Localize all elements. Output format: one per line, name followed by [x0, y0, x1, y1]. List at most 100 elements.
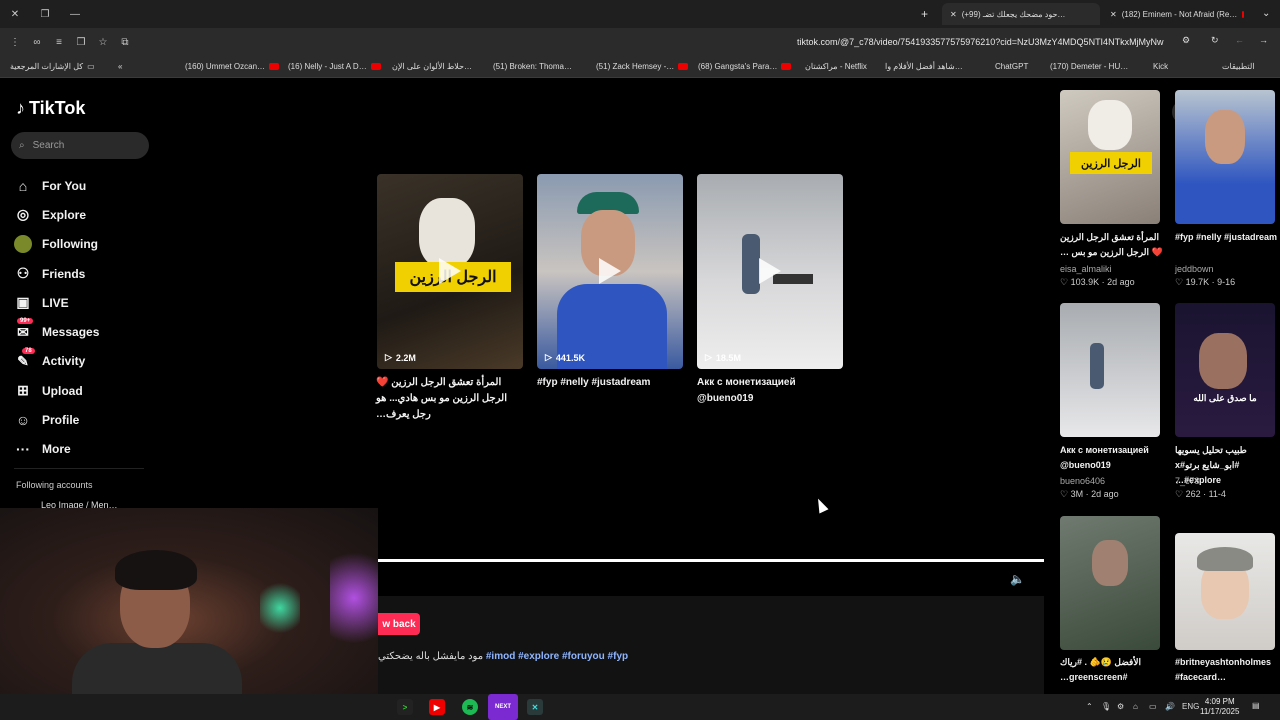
activity-icon: ✎ [17, 352, 29, 369]
search-placeholder: Search [32, 140, 65, 151]
monitor-icon[interactable]: ▭ [1149, 702, 1157, 711]
bookmark-item[interactable]: (51) Broken: Thoma… [493, 62, 572, 71]
url-field[interactable]: tiktok.com/@7_c78/video/7541933577575976… [797, 37, 1164, 47]
live-icon: ▣ [16, 294, 30, 311]
tab-youtube[interactable]: ✕ (182) Eminem - Not Afraid (Re… [1102, 3, 1252, 25]
related-author[interactable]: eisa_almaliki [1060, 264, 1112, 274]
sidebar-item-more[interactable]: ··· More [14, 435, 99, 464]
sidebar-item-explore[interactable]: ◎ Explore [14, 200, 99, 229]
play-icon [759, 258, 781, 284]
tab-close-icon[interactable]: ✕ [1110, 10, 1117, 19]
video-thumbnail[interactable]: الرجل الرزين ▷ 2.2M [377, 174, 523, 369]
webcam-overlay [0, 508, 378, 694]
reload-icon[interactable]: ↻ [1211, 35, 1219, 46]
related-caption[interactable]: الأفضل 😢🫵 . #رياك #greenscreen… [1060, 655, 1164, 685]
youtube-icon[interactable]: ▶ [429, 699, 445, 715]
bookmark-item[interactable]: (51) Zack Hemsey -… [596, 62, 689, 71]
back-icon[interactable]: → [1259, 35, 1268, 45]
clock[interactable]: 4:09 PM 11/17/2025 [1200, 697, 1239, 717]
bookmark-item[interactable]: شاهد أفضل الأفلام وا… [885, 62, 963, 71]
playlist-icon[interactable]: ≡ [48, 37, 70, 48]
capcut-icon[interactable]: ✕ [527, 699, 543, 715]
bookmark-apps[interactable]: التطبيقات [1222, 62, 1254, 71]
next-app-icon[interactable]: NEXT [488, 694, 518, 720]
video-thumbnail[interactable]: ▷ 18.5M [697, 174, 843, 369]
bookmark-item[interactable]: (160) Ummet Ozcan… [185, 62, 280, 71]
restore-window-icon[interactable]: ❐ [30, 9, 60, 20]
site-settings-icon[interactable]: ⚙ [1182, 35, 1190, 46]
sidebar-item-following[interactable]: Following [14, 230, 99, 259]
bookmark-item[interactable]: (170) Demeter - HU… [1050, 62, 1128, 71]
related-thumbnail[interactable]: الرجل الرزين [1060, 90, 1160, 224]
bookmark-item[interactable]: Kick [1153, 62, 1168, 71]
tab-tiktok[interactable]: ✕ (+99) حود مضحك يجعلك تضـ… [942, 3, 1100, 25]
terminal-icon[interactable]: > [397, 699, 413, 715]
bookmark-item[interactable]: (16) Nelly - Just A D… [288, 62, 381, 71]
play-small-icon: ▷ [705, 352, 712, 362]
webcam-person-body [72, 643, 242, 694]
speaker-icon[interactable]: 🔊 [1165, 702, 1175, 711]
tiktok-logo[interactable]: ♪ TikTok [16, 98, 85, 119]
related-thumbnail[interactable]: ما صدق على الله [1175, 303, 1275, 437]
tab-close-icon[interactable]: ✕ [950, 10, 957, 19]
forward-icon[interactable]: ← [1235, 35, 1244, 45]
extension-icon[interactable]: ∞ [26, 37, 48, 48]
language-indicator[interactable]: ENG [1182, 702, 1199, 711]
bookmark-item[interactable]: ChatGPT [995, 62, 1028, 71]
search-input[interactable]: ⌕ Search [11, 132, 149, 159]
volume-icon[interactable]: 🔈 [1010, 572, 1025, 586]
screenshot-icon[interactable]: ⧉ [114, 37, 136, 48]
new-tab-icon[interactable]: + [921, 7, 928, 21]
related-caption[interactable]: المرأة تعشق الرجل الرزين ❤️ الرجل الرزين… [1060, 230, 1164, 260]
webcam-person-hair [115, 550, 197, 590]
thumbnail-person [1090, 343, 1104, 389]
sidebar-item-profile[interactable]: ☺ Profile [14, 405, 99, 434]
bookmark-expand-icon[interactable]: « [118, 62, 122, 71]
bookmark-all[interactable]: كل الإشارات المرجعية ▭ [10, 62, 95, 71]
bookmark-item[interactable]: مراكشتان - Netflix [805, 62, 867, 71]
star-icon[interactable]: ☆ [92, 37, 114, 48]
video-progress-bar[interactable] [378, 559, 1044, 562]
related-thumbnail[interactable] [1175, 533, 1275, 650]
related-caption[interactable]: Акк с монетизацией @bueno019 [1060, 443, 1164, 473]
related-author[interactable]: bueno6406 [1060, 476, 1105, 486]
bookmark-item[interactable]: حلاط الألوان على الإن… [392, 62, 472, 71]
profile-icon: ☺ [15, 412, 31, 429]
sidebar-item-activity[interactable]: ✎ 78 Activity [14, 347, 99, 376]
related-thumbnail[interactable] [1060, 303, 1160, 437]
more-icon: ··· [16, 441, 30, 458]
video-detail-panel [378, 596, 1044, 694]
related-author[interactable]: 7_c78 [1175, 476, 1200, 486]
minimize-window-icon[interactable]: — [60, 9, 90, 20]
chevron-up-icon[interactable]: ⌃ [1086, 702, 1093, 711]
tray-icon[interactable]: ⚙ [1117, 702, 1124, 711]
related-author[interactable]: jeddbown [1175, 264, 1214, 274]
sidebar-item-messages[interactable]: ✉ 99+ Messages [14, 317, 99, 346]
video-caption[interactable]: Акк с монетизацией @bueno019 [697, 375, 843, 407]
related-thumbnail[interactable] [1060, 516, 1160, 650]
video-caption[interactable]: #fyp #nelly #justadream [537, 375, 683, 391]
video-thumbnail[interactable]: ▷ 441.5K [537, 174, 683, 369]
video-caption[interactable]: المرأة تعشق الرجل الرزين ❤️ الرجل الرزين… [376, 375, 522, 423]
browser-tab-bar: ✕ ❐ — + ✕ (+99) حود مضحك يجعلك تضـ… ✕ (1… [0, 0, 1280, 28]
sidebar-item-for-you[interactable]: ⌂ For You [14, 171, 99, 200]
related-thumbnail[interactable] [1175, 90, 1275, 224]
sidebar-item-upload[interactable]: ⊞ Upload [14, 376, 99, 405]
related-caption[interactable]: #fyp #nelly #justadream [1175, 230, 1279, 245]
sidebar-item-live[interactable]: ▣ LIVE [14, 288, 99, 317]
tiktok-note-icon: ♪ [16, 98, 25, 118]
notification-icon[interactable]: ▤ [1252, 701, 1260, 710]
video-hashtags[interactable]: #imod #explore #foruyou #fyp [486, 651, 628, 662]
collections-icon[interactable]: ❒ [70, 37, 92, 48]
thumbnail-hat [1197, 547, 1253, 571]
sidebar-item-friends[interactable]: ⚇ Friends [14, 259, 99, 288]
microphone-icon[interactable]: 🎙 [1101, 702, 1111, 711]
network-icon[interactable]: ⌂ [1133, 702, 1138, 711]
related-caption[interactable]: #britneyashtonholmes #facecard… [1175, 655, 1279, 685]
bookmark-item[interactable]: (68) Gangsta's Para… [698, 62, 792, 71]
tab-search-icon[interactable]: ⌄ [1262, 8, 1270, 19]
spotify-icon[interactable]: ≋ [462, 699, 478, 715]
back-button[interactable]: w back [378, 613, 420, 635]
menu-icon[interactable]: ⋮ [4, 37, 26, 48]
close-window-icon[interactable]: ✕ [0, 9, 30, 20]
